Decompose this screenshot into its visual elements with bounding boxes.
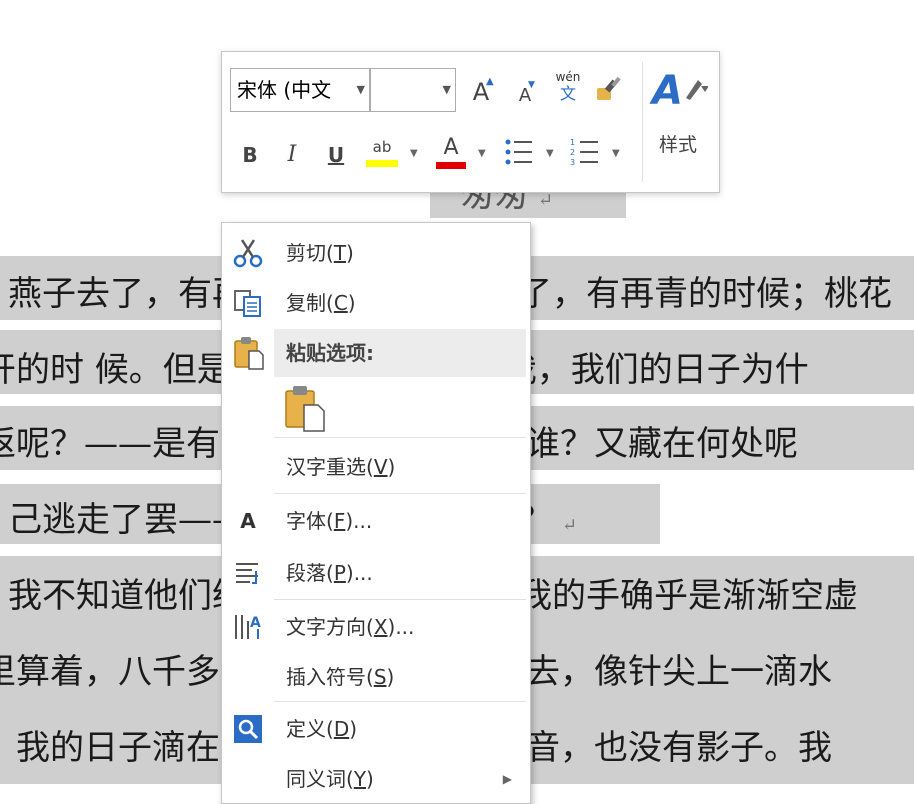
- chevron-down-icon[interactable]: ▼: [410, 148, 418, 159]
- chevron-down-icon[interactable]: ▼: [612, 148, 620, 159]
- numbered-list-icon: 1 2 3: [570, 138, 598, 167]
- styles-icon: A: [649, 68, 709, 114]
- chevron-down-icon: ▼: [356, 83, 365, 96]
- font-name-combo[interactable]: 宋体 (中文 ▼: [230, 68, 370, 112]
- phonetic-guide-button[interactable]: wén 文: [550, 70, 586, 114]
- menu-item-text-direction[interactable]: A 文字方向(X)...: [222, 603, 528, 651]
- bold-button[interactable]: B: [236, 138, 264, 172]
- chevron-down-icon[interactable]: ▼: [546, 148, 554, 159]
- paintbrush-icon: [597, 76, 621, 100]
- grow-font-button[interactable]: A ▲: [466, 74, 496, 110]
- shrink-font-button[interactable]: A ▼: [510, 78, 540, 110]
- highlight-button[interactable]: ab: [364, 134, 400, 174]
- svg-text:A: A: [649, 68, 683, 114]
- define-icon: [234, 715, 262, 743]
- paste-keep-source-button[interactable]: [282, 383, 330, 433]
- menu-item-reconversion[interactable]: 汉字重选(V): [222, 443, 528, 491]
- italic-button[interactable]: I: [278, 138, 306, 172]
- chevron-down-icon: ▼: [442, 83, 451, 96]
- font-icon: A: [240, 509, 256, 533]
- menu-item-define[interactable]: 定义(D): [222, 705, 528, 753]
- svg-text:A: A: [250, 615, 261, 631]
- styles-button[interactable]: A 样式: [646, 60, 710, 180]
- menu-item-paste-options: 粘贴选项:: [274, 329, 526, 377]
- menu-item-paragraph[interactable]: 段落(P)...: [222, 549, 528, 597]
- chevron-down-icon[interactable]: ▼: [478, 148, 486, 159]
- font-color-bar: [436, 162, 466, 169]
- menu-item-cut[interactable]: 剪切(T): [222, 229, 528, 277]
- menu-item-font[interactable]: A 字体(F)...: [222, 497, 528, 545]
- menu-item-copy[interactable]: 复制(C): [222, 279, 528, 327]
- scissors-icon: [233, 239, 263, 268]
- font-color-button[interactable]: A: [434, 134, 468, 174]
- font-size-combo[interactable]: ▼: [370, 68, 456, 112]
- format-painter-button[interactable]: [592, 74, 628, 110]
- bullets-button[interactable]: [502, 136, 536, 172]
- menu-item-insert-symbol[interactable]: 插入符号(S): [222, 653, 528, 701]
- paste-icon: [285, 386, 325, 432]
- styles-label: 样式: [658, 134, 697, 156]
- chevron-right-icon: ▶: [502, 772, 512, 786]
- bullet-list-icon: [505, 139, 532, 165]
- context-menu: 剪切(T) 复制(C) 粘贴选项: 汉字重选(V) A 字体(F)... 段落(…: [221, 222, 531, 804]
- underline-button[interactable]: U: [322, 138, 350, 172]
- svg-text:1: 1: [570, 138, 575, 147]
- highlight-color-bar: [366, 160, 398, 167]
- text-direction-icon: A: [235, 615, 261, 639]
- mini-toolbar: 宋体 (中文 ▼ ▼ A ▲ A ▼ wén 文 A 样式 B I U ab ▼…: [221, 51, 720, 193]
- menu-item-synonyms[interactable]: 同义词(Y) ▶: [222, 755, 528, 803]
- paragraph-icon: [236, 563, 258, 584]
- clipboard-icon: [234, 337, 264, 370]
- svg-text:3: 3: [570, 158, 575, 167]
- numbering-button[interactable]: 1 2 3: [568, 136, 602, 172]
- copy-icon: [234, 290, 261, 317]
- svg-text:2: 2: [570, 148, 575, 157]
